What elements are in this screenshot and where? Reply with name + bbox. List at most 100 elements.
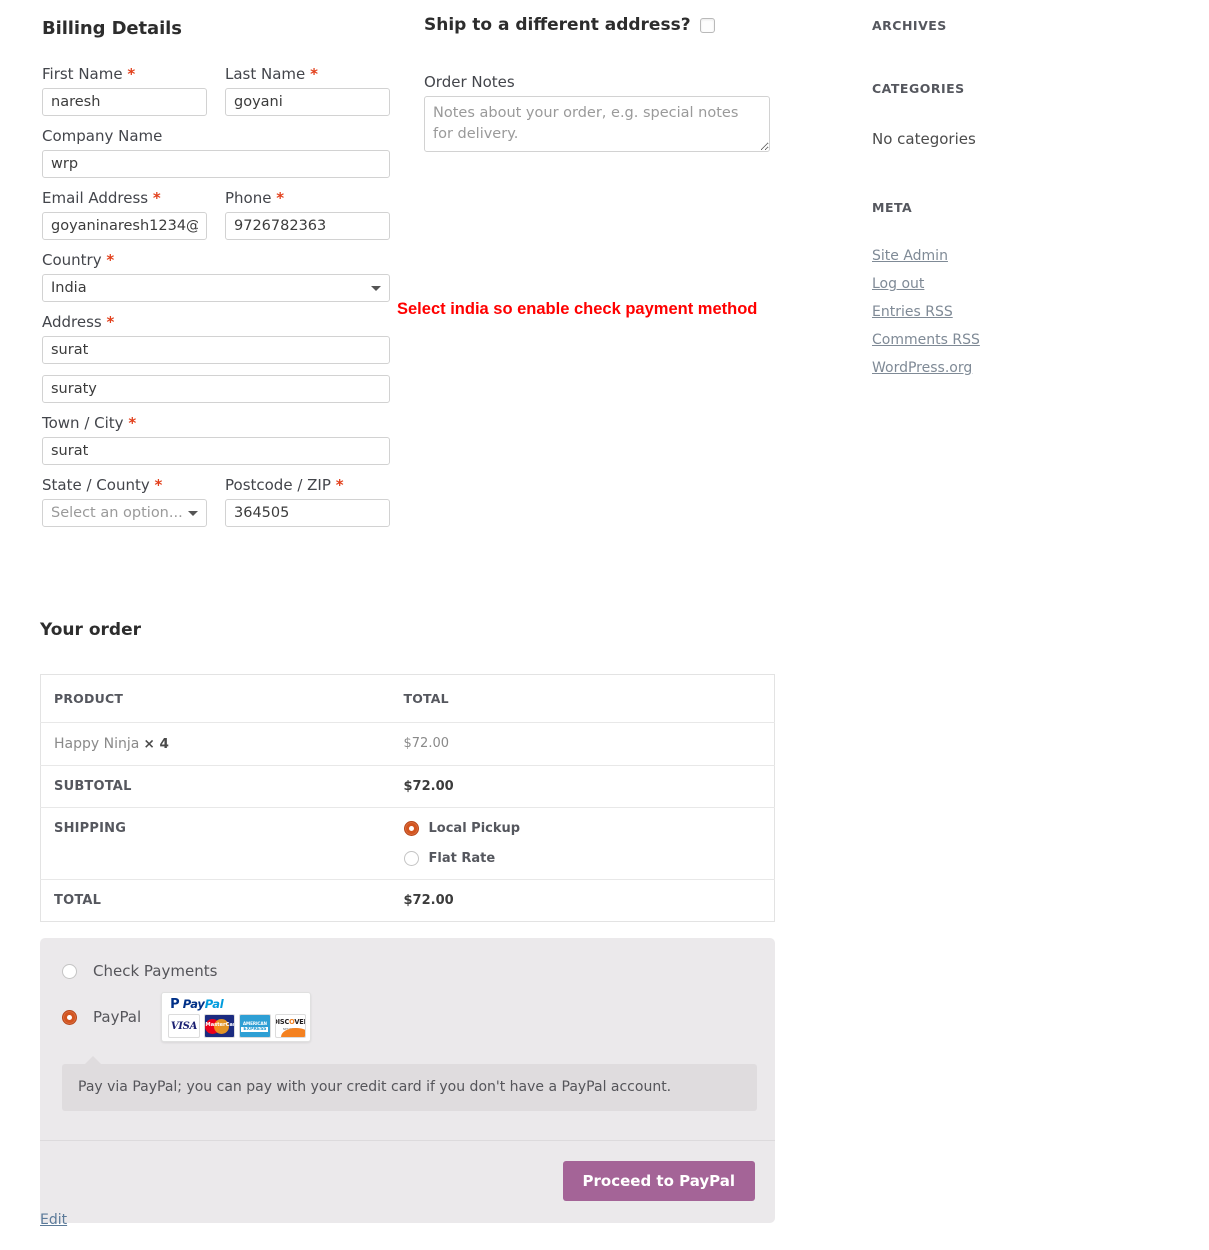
- country-select-wrap[interactable]: [42, 274, 390, 302]
- edit-link[interactable]: Edit: [40, 1212, 67, 1228]
- payment-method-paypal[interactable]: PayPal P PayPal VISA MasterCard: [40, 992, 775, 1042]
- total-column-header: TOTAL: [390, 674, 775, 723]
- address-line2-input[interactable]: [42, 375, 390, 403]
- required-mark: *: [152, 189, 161, 207]
- required-mark: *: [127, 65, 136, 83]
- table-row: SHIPPING Local Pickup Flat Rate: [40, 807, 775, 880]
- email-input[interactable]: [42, 212, 207, 240]
- radio-icon[interactable]: [403, 821, 419, 836]
- order-total-label: TOTAL: [54, 893, 102, 908]
- state-postcode-row: State / County * Postcode / ZIP *: [42, 476, 390, 527]
- required-mark: *: [310, 65, 318, 83]
- visa-icon: VISA: [168, 1014, 200, 1038]
- radio-icon[interactable]: [62, 963, 77, 979]
- payment-method-check-payments[interactable]: Check Payments: [40, 956, 775, 986]
- your-order-heading: Your order: [40, 620, 141, 640]
- postcode-label: Postcode / ZIP *: [225, 476, 344, 494]
- last-name-input[interactable]: [225, 88, 390, 116]
- first-name-input[interactable]: [42, 88, 207, 116]
- city-label: Town / City *: [42, 414, 137, 432]
- billing-details-heading: Billing Details: [42, 18, 182, 39]
- proceed-to-paypal-button[interactable]: Proceed to PayPal: [562, 1161, 755, 1201]
- accepted-cards: VISA MasterCard AMERICAN EXPRESS: [166, 1014, 307, 1038]
- first-name-label: First Name *: [42, 65, 136, 83]
- email-label: Email Address *: [42, 189, 161, 207]
- first-name-group: First Name *: [42, 65, 207, 116]
- address-label: Address *: [42, 313, 115, 331]
- payment-method-label: Check Payments: [93, 962, 218, 980]
- discover-icon: DISCOVER NETWORK: [274, 1014, 307, 1038]
- meta-link-comments-rss[interactable]: Comments RSS: [872, 332, 980, 348]
- payment-method-description: Pay via PayPal; you can pay with your cr…: [62, 1056, 757, 1111]
- table-row: TOTAL $72.00: [41, 880, 775, 922]
- widget-categories: CATEGORIES No categories: [872, 81, 1172, 148]
- shipping-option-flat-rate[interactable]: Flat Rate: [403, 851, 762, 866]
- meta-links-list: Site Admin Log out Entries RSS Comments …: [872, 245, 1172, 376]
- company-label: Company Name: [42, 127, 163, 145]
- payment-footer: Proceed to PayPal: [40, 1140, 775, 1223]
- shipping-option-local-pickup[interactable]: Local Pickup: [403, 821, 762, 836]
- state-label: State / County *: [42, 476, 163, 494]
- country-select[interactable]: [42, 274, 390, 302]
- city-input[interactable]: [42, 437, 390, 465]
- order-notes-textarea[interactable]: [424, 96, 770, 152]
- amex-icon: AMERICAN EXPRESS: [239, 1014, 271, 1038]
- required-mark: *: [276, 189, 285, 207]
- sidebar: ARCHIVES CATEGORIES No categories META S…: [872, 18, 1172, 402]
- widget-title: META: [872, 200, 913, 215]
- shipping-label: SHIPPING: [40, 807, 391, 880]
- address2-group: [42, 375, 390, 403]
- list-item: Comments RSS: [872, 329, 1172, 348]
- ship-to-different-address-row[interactable]: Ship to a different address?: [424, 15, 774, 35]
- shipping-notes-section: Ship to a different address? Order Notes: [424, 15, 774, 156]
- required-mark: *: [154, 476, 163, 494]
- payment-method-label: PayPal: [93, 1008, 142, 1026]
- company-group: Company Name: [42, 127, 390, 178]
- mastercard-icon: MasterCard: [203, 1014, 236, 1038]
- required-mark: *: [106, 313, 115, 331]
- company-input[interactable]: [42, 150, 390, 178]
- product-cell: Happy Ninja × 4: [40, 722, 391, 766]
- phone-group: Phone *: [225, 189, 390, 240]
- list-item: Entries RSS: [872, 301, 1172, 320]
- address1-group: Address *: [42, 313, 390, 364]
- product-quantity: × 4: [143, 736, 169, 752]
- table-row: Happy Ninja × 4 $72.00: [40, 722, 775, 766]
- name-row: First Name * Last Name *: [42, 65, 390, 116]
- meta-link-entries-rss[interactable]: Entries RSS: [872, 304, 953, 320]
- phone-input[interactable]: [225, 212, 390, 240]
- paypal-acceptance-logo: P PayPal VISA MasterCard: [161, 992, 312, 1042]
- table-row: SUBTOTAL $72.00: [40, 765, 775, 808]
- address-line1-input[interactable]: [42, 336, 390, 364]
- state-group: State / County *: [42, 476, 207, 527]
- ship-to-different-address-checkbox[interactable]: [699, 17, 715, 33]
- paypal-brand: P PayPal: [166, 996, 306, 1012]
- checkout-page: Billing Details First Name * Last Name *…: [0, 0, 1209, 1250]
- shipping-option-label: Flat Rate: [428, 851, 496, 866]
- categories-empty-text: No categories: [872, 130, 976, 148]
- last-name-label: Last Name *: [225, 65, 318, 83]
- postcode-input[interactable]: [225, 499, 390, 527]
- widget-title: ARCHIVES: [872, 18, 947, 33]
- required-mark: *: [106, 251, 115, 269]
- list-item: Log out: [872, 273, 1172, 292]
- last-name-group: Last Name *: [225, 65, 390, 116]
- required-mark: *: [128, 414, 137, 432]
- payment-methods-section: Check Payments PayPal P PayPal VISA Mast…: [40, 938, 775, 1223]
- shipping-options-cell: Local Pickup Flat Rate: [390, 807, 775, 880]
- meta-link-site-admin[interactable]: Site Admin: [872, 248, 948, 264]
- widget-archives: ARCHIVES: [872, 18, 1172, 33]
- radio-icon[interactable]: [403, 851, 419, 866]
- state-select[interactable]: [42, 499, 207, 527]
- paypal-p-icon: P: [170, 996, 180, 1012]
- meta-link-wordpress-org[interactable]: WordPress.org: [872, 360, 972, 376]
- product-total: $72.00: [390, 722, 775, 766]
- meta-link-log-out[interactable]: Log out: [872, 276, 924, 292]
- state-select-wrap[interactable]: [42, 499, 207, 527]
- table-header-row: PRODUCT TOTAL: [40, 674, 775, 723]
- radio-icon[interactable]: [62, 1009, 77, 1025]
- list-item: Site Admin: [872, 245, 1172, 264]
- city-group: Town / City *: [42, 414, 390, 465]
- your-order-section: Your order PRODUCT TOTAL Happy Ninja × 4…: [40, 620, 775, 922]
- order-notes-label: Order Notes: [424, 73, 515, 91]
